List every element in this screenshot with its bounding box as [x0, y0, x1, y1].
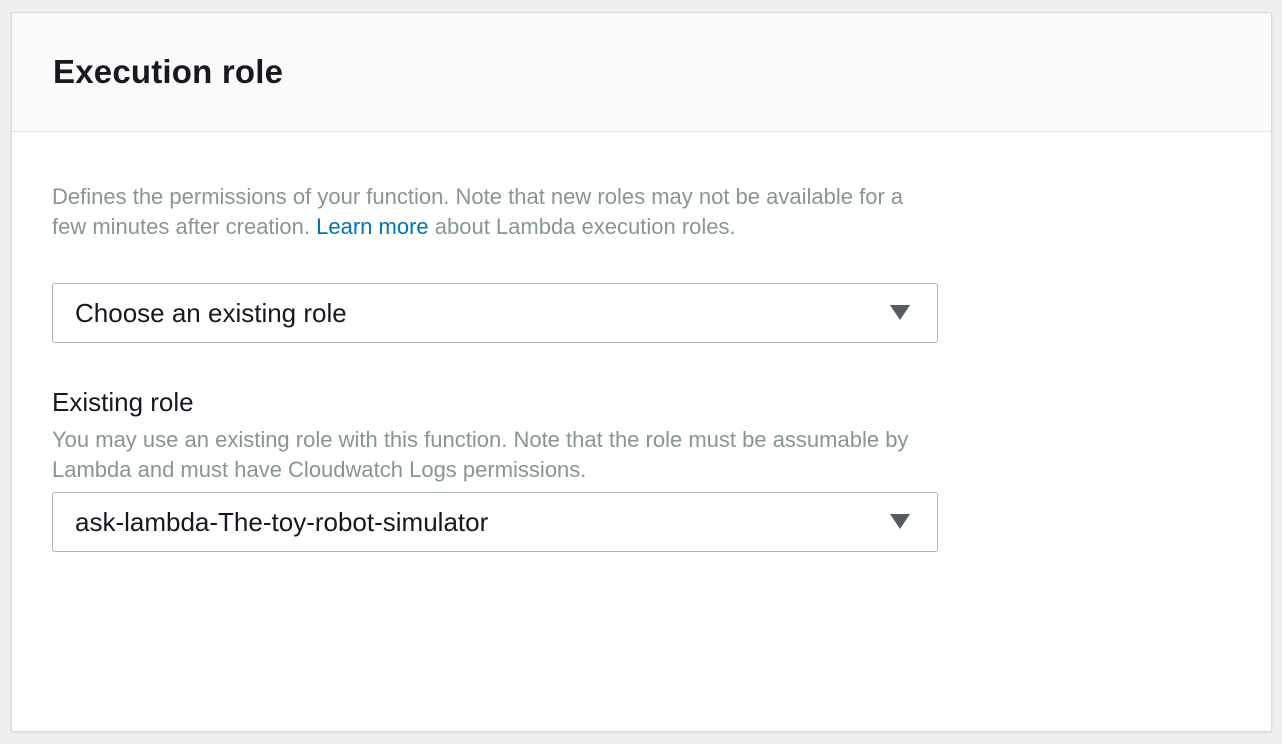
- caret-down-icon: [890, 514, 910, 529]
- existing-role-select-value: ask-lambda-The-toy-robot-simulator: [75, 507, 489, 537]
- execution-role-panel: Execution role Defines the permissions o…: [11, 12, 1272, 732]
- role-mode-select-value: Choose an existing role: [75, 298, 347, 328]
- existing-role-hint: You may use an existing role with this f…: [52, 427, 909, 482]
- existing-role-select[interactable]: ask-lambda-The-toy-robot-simulator: [52, 492, 938, 552]
- learn-more-link[interactable]: Learn more: [316, 214, 429, 239]
- caret-down-icon: [890, 305, 910, 320]
- existing-role-label: Existing role: [52, 387, 194, 417]
- panel-header: Execution role: [12, 13, 1271, 132]
- description-text-after: about Lambda execution roles.: [428, 214, 736, 239]
- panel-title: Execution role: [53, 53, 284, 90]
- execution-role-description: Defines the permissions of your function…: [52, 182, 932, 242]
- role-mode-select[interactable]: Choose an existing role: [52, 283, 938, 343]
